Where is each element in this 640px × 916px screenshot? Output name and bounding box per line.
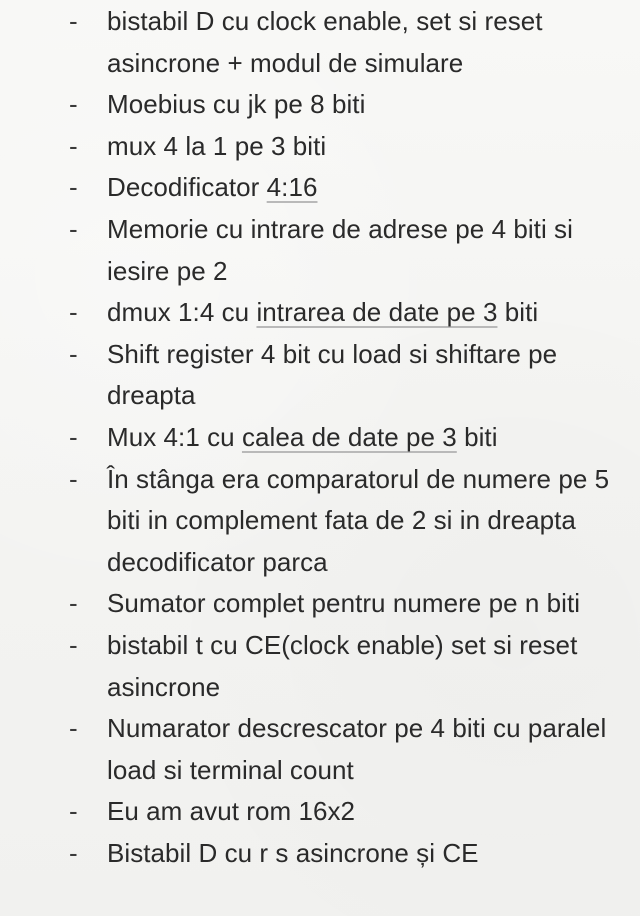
text-segment: Moebius cu jk pe 8 biti	[107, 89, 366, 120]
bullet-dash: -	[69, 837, 78, 868]
note-body: - bistabil D cu clock enable, set si rese…	[0, 1, 640, 874]
list-item: - dmux 1:4 cu intrarea de date pe 3 biti	[0, 292, 640, 334]
list-item-text: mux 4 la 1 pe 3 biti	[107, 131, 326, 161]
text-segment: Bistabil D cu r s asincrone și CE	[107, 837, 479, 868]
text-segment: În stânga era comparatorul de numere pe …	[107, 463, 610, 577]
bullet-dash: -	[69, 713, 78, 744]
text-segment: dmux 1:4 cu	[107, 297, 257, 328]
list-item: - Sumator complet pentru numere pe n biti	[0, 583, 640, 625]
underlined-text: 4:16	[266, 172, 318, 203]
list-item: - Mux 4:1 cu calea de date pe 3 biti	[0, 417, 640, 459]
underlined-text: calea de date pe 3	[241, 421, 457, 452]
list-item: - Bistabil D cu r s asincrone și CE	[0, 833, 640, 875]
bullet-dash: -	[69, 172, 78, 203]
underlined-text: intrarea de date pe 3	[256, 297, 498, 328]
text-segment: biti	[456, 421, 498, 452]
list-item-text: bistabil D cu clock enable, set si reset…	[107, 6, 543, 78]
bullet-dash: -	[69, 213, 78, 244]
list-item: - Memorie cu intrare de adrese pe 4 biti …	[0, 209, 640, 292]
list-item: - Moebius cu jk pe 8 biti	[0, 84, 640, 126]
list-item-text: Shift register 4 bit cu load si shiftare…	[107, 339, 557, 411]
bullet-dash: -	[69, 463, 78, 494]
text-segment: Sumator complet pentru numere pe n biti	[107, 588, 581, 619]
list-item: - Numarator descrescator pe 4 biti cu par…	[0, 708, 640, 791]
bullet-dash: -	[69, 297, 78, 328]
list-item-text: dmux 1:4 cu intrarea de date pe 3 biti	[107, 297, 538, 327]
list-item-text: bistabil t cu CE(clock enable) set si re…	[107, 630, 577, 702]
list-item-text: Sumator complet pentru numere pe n biti	[107, 588, 580, 618]
text-segment: Decodificator	[107, 172, 267, 203]
text-segment: Eu am avut rom 16x2	[107, 796, 356, 827]
text-segment: Shift register 4 bit cu load si shiftare…	[107, 338, 558, 411]
list-item-text: Memorie cu intrare de adrese pe 4 biti s…	[107, 214, 573, 286]
list-item: - Shift register 4 bit cu load si shiftar…	[0, 334, 640, 417]
list-item-text: Bistabil D cu r s asincrone și CE	[107, 838, 479, 868]
bullet-dash: -	[69, 6, 78, 36]
list-item: - În stânga era comparatorul de numere pe…	[0, 459, 640, 584]
bullet-dash: -	[69, 130, 78, 161]
bullet-dash: -	[69, 629, 78, 660]
text-segment: mux 4 la 1 pe 3 biti	[107, 130, 327, 161]
list-item-text: Decodificator 4:16	[107, 172, 317, 202]
text-segment: Numarator descrescator pe 4 biti cu para…	[107, 713, 607, 785]
list-item: - bistabil t cu CE(clock enable) set si r…	[0, 625, 640, 708]
list-item-text: În stânga era comparatorul de numere pe …	[107, 464, 609, 577]
bullet-dash: -	[69, 796, 78, 827]
text-segment: bistabil D cu clock enable, set si reset…	[107, 6, 543, 78]
list-item: - Eu am avut rom 16x2	[0, 791, 640, 833]
list-item: - Decodificator 4:16	[0, 167, 640, 209]
list-item-text: Eu am avut rom 16x2	[107, 796, 355, 826]
bullet-dash: -	[69, 338, 78, 369]
text-segment: Memorie cu intrare de adrese pe 4 biti s…	[107, 213, 573, 286]
list-item-text: Numarator descrescator pe 4 biti cu para…	[107, 713, 606, 785]
bullet-dash: -	[69, 421, 78, 452]
bullet-dash: -	[69, 89, 78, 120]
list-item-text: Mux 4:1 cu calea de date pe 3 biti	[107, 422, 498, 452]
list-item: - mux 4 la 1 pe 3 biti	[0, 126, 640, 168]
text-segment: Mux 4:1 cu	[107, 421, 242, 452]
list-item: - bistabil D cu clock enable, set si rese…	[0, 1, 640, 84]
text-segment: bistabil t cu CE(clock enable) set si re…	[107, 629, 578, 702]
bullet-dash: -	[69, 588, 78, 619]
text-segment: biti	[497, 297, 539, 328]
list-item-text: Moebius cu jk pe 8 biti	[107, 89, 365, 119]
